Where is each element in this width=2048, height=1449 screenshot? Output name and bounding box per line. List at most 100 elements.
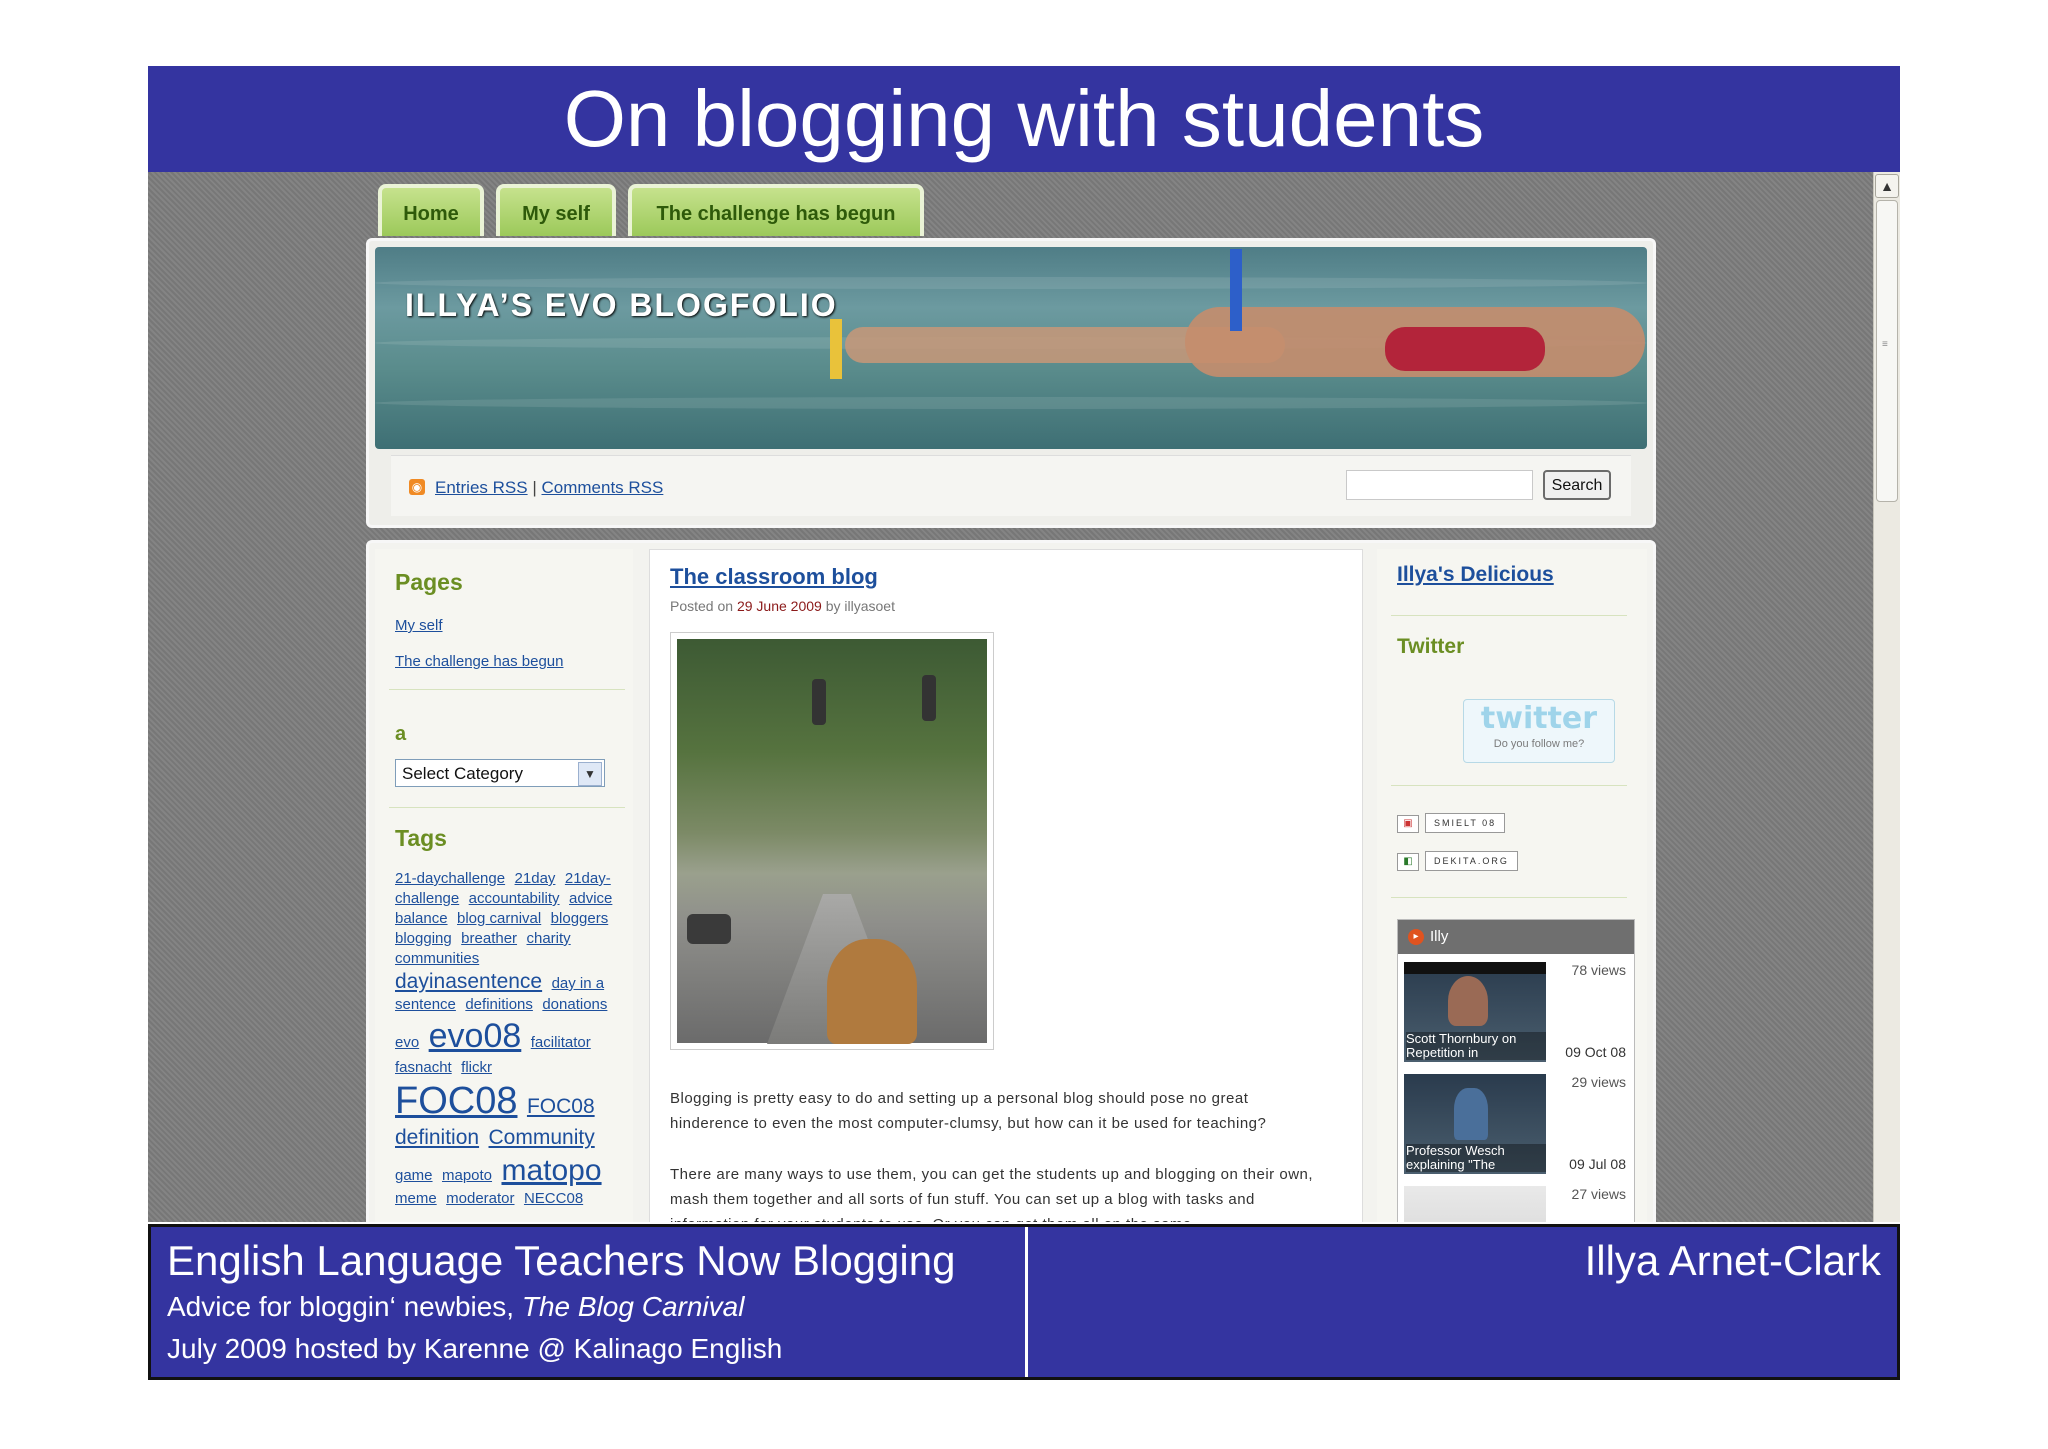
scroll-up-arrow-icon[interactable]: ▲ xyxy=(1875,174,1899,198)
post-paragraph-2: There are many ways to use them, you can… xyxy=(670,1166,1314,1222)
water-ripple xyxy=(375,397,1647,409)
dekita-label: DEKITA.ORG xyxy=(1425,851,1518,871)
twitter-logo: twitter xyxy=(1480,701,1598,736)
search-button[interactable]: Search xyxy=(1543,470,1611,500)
search-input[interactable] xyxy=(1346,470,1533,500)
video-thumbnail[interactable]: Scott Thornbury on Repetition in xyxy=(1404,962,1546,1062)
dekita-badge[interactable]: ◧ DEKITA.ORG xyxy=(1397,851,1518,871)
comments-rss-link[interactable]: Comments RSS xyxy=(541,478,663,497)
tag-link[interactable]: FOC08 xyxy=(527,1095,595,1118)
footer-author: Illya Arnet-Clark xyxy=(1584,1237,1881,1284)
tag-cloud: 21-daychallenge 21day 21day- challenge a… xyxy=(395,869,625,1209)
video-date: 09 Jul 08 xyxy=(1569,1156,1626,1172)
divider xyxy=(1391,897,1627,898)
tag-link[interactable]: accountability xyxy=(469,890,560,907)
delicious-link[interactable]: Illya's Delicious xyxy=(1397,563,1554,587)
footer-subtitle: Advice for bloggin‘ newbies, The Blog Ca… xyxy=(167,1291,744,1323)
snorkel-blue xyxy=(1230,249,1242,331)
tag-link[interactable]: 21day- xyxy=(565,870,611,887)
divider xyxy=(1391,615,1627,616)
tag-link[interactable]: dayinasentence xyxy=(395,970,542,993)
video-views: 29 views xyxy=(1571,1074,1626,1090)
tag-link[interactable]: Community xyxy=(489,1126,595,1149)
entries-rss-link[interactable]: Entries RSS xyxy=(435,478,528,497)
left-sidebar: Pages My self The challenge has begun a … xyxy=(375,549,633,1222)
tag-link[interactable]: definitions xyxy=(465,996,533,1013)
banner-image: ILLYA’S EVO BLOGFOLIO xyxy=(375,247,1647,449)
blog-page: Home My self The challenge has begun ILL… xyxy=(366,184,1656,1222)
tag-link[interactable]: fasnacht xyxy=(395,1059,452,1076)
tag-link[interactable]: NECC08 xyxy=(524,1190,583,1207)
smielt-badge[interactable]: ▣ SMIELT 08 xyxy=(1397,813,1506,833)
tag-link[interactable]: moderator xyxy=(446,1190,514,1207)
page-link-my-self[interactable]: My self xyxy=(395,617,443,634)
tab-my-self[interactable]: My self xyxy=(496,184,616,236)
slide: On blogging with students ▲ ≡ Home My se… xyxy=(148,66,1900,1380)
rss-bar: ◉ Entries RSS | Comments RSS Search xyxy=(391,455,1631,516)
horse-head xyxy=(827,939,917,1044)
tag-link[interactable]: advice xyxy=(569,890,612,907)
tag-link[interactable]: mapoto xyxy=(442,1167,492,1184)
footer-subtitle-text: Advice for bloggin‘ newbies, xyxy=(167,1291,522,1322)
tag-link[interactable]: matopo xyxy=(501,1154,601,1187)
tag-link[interactable]: 21day xyxy=(515,870,556,887)
vertical-scrollbar[interactable]: ▲ ≡ xyxy=(1873,172,1900,1222)
post-meta-prefix: Posted on xyxy=(670,598,734,614)
tags-widget-title: Tags xyxy=(395,825,447,851)
divider xyxy=(389,807,625,808)
video-user: Illy xyxy=(1430,928,1449,945)
tag-link[interactable]: meme xyxy=(395,1190,437,1207)
tag-link[interactable]: sentence xyxy=(395,996,456,1013)
tag-link[interactable]: evo xyxy=(395,1034,419,1051)
smielt-label: SMIELT 08 xyxy=(1425,813,1506,833)
tag-link[interactable]: blogging xyxy=(395,930,452,947)
video-date: 09 Oct 08 xyxy=(1565,1044,1626,1060)
slide-footer: English Language Teachers Now Blogging A… xyxy=(148,1224,1900,1380)
video-thumbnail[interactable] xyxy=(1404,1186,1546,1222)
traffic-light xyxy=(922,675,936,721)
footer-hosted-by: July 2009 hosted by Karenne @ Kalinago E… xyxy=(167,1333,783,1364)
twitter-widget-title: Twitter xyxy=(1397,635,1465,658)
tag-link[interactable]: breather xyxy=(461,930,517,947)
tag-link[interactable]: balance xyxy=(395,910,448,927)
scroll-thumb[interactable]: ≡ xyxy=(1876,200,1898,502)
tag-link[interactable]: FOC08 xyxy=(395,1080,517,1122)
post-photo[interactable] xyxy=(670,632,994,1050)
tag-link[interactable]: 21-daychallenge xyxy=(395,870,505,887)
smielt-icon: ▣ xyxy=(1397,814,1419,833)
dekita-icon: ◧ xyxy=(1397,852,1419,871)
twitter-badge[interactable]: twitter Do you follow me? xyxy=(1463,699,1615,763)
tab-challenge[interactable]: The challenge has begun xyxy=(628,184,924,236)
right-sidebar: Illya's Delicious Twitter twitter Do you… xyxy=(1377,549,1647,1222)
grip-icon: ≡ xyxy=(1882,339,1888,350)
divider xyxy=(389,689,625,690)
footer-divider xyxy=(1025,1227,1028,1377)
footer-subtitle-italic: The Blog Carnival xyxy=(521,1291,745,1322)
slide-title: On blogging with students xyxy=(148,66,1900,172)
video-thumbnail[interactable]: Professor Wesch explaining "The xyxy=(1404,1074,1546,1174)
tag-link[interactable]: game xyxy=(395,1167,433,1184)
tag-link[interactable]: charity xyxy=(527,930,571,947)
tag-link[interactable]: bloggers xyxy=(551,910,609,927)
tag-link[interactable]: day in a xyxy=(552,975,605,992)
page-link-challenge[interactable]: The challenge has begun xyxy=(395,653,563,670)
swim-trunks xyxy=(1385,327,1545,371)
tag-link[interactable]: facilitator xyxy=(531,1034,591,1051)
tab-home[interactable]: Home xyxy=(378,184,484,236)
twitter-subtitle: Do you follow me? xyxy=(1493,738,1585,750)
tag-link[interactable]: flickr xyxy=(461,1059,492,1076)
post-title[interactable]: The classroom blog xyxy=(670,564,878,590)
chevron-down-icon[interactable]: ▼ xyxy=(578,762,602,786)
tag-link[interactable]: evo08 xyxy=(429,1017,522,1055)
video-service-icon: ▸ xyxy=(1408,929,1424,946)
post-date[interactable]: 29 June 2009 xyxy=(737,598,822,614)
tag-link[interactable]: challenge xyxy=(395,890,459,907)
tag-link[interactable]: donations xyxy=(542,996,607,1013)
tag-link[interactable]: definition xyxy=(395,1126,479,1149)
category-select[interactable]: Select Category ▼ xyxy=(395,759,605,787)
tag-link[interactable]: blog carnival xyxy=(457,910,541,927)
tag-link[interactable]: communities xyxy=(395,950,479,967)
rss-links: Entries RSS | Comments RSS xyxy=(435,478,663,498)
category-widget-title: a xyxy=(395,723,407,745)
snorkel-yellow xyxy=(830,319,842,379)
